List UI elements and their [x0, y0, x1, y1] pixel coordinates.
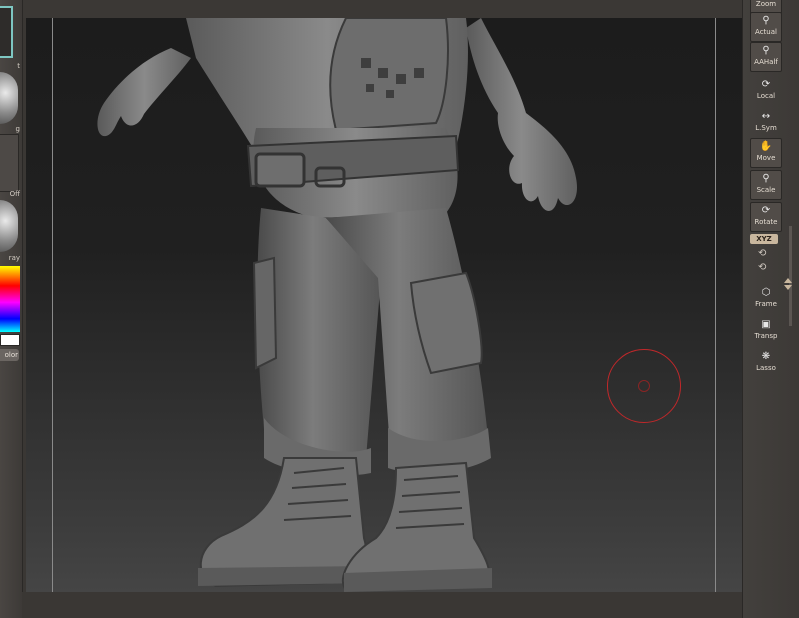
- left-label-2: g: [15, 125, 20, 133]
- switch-color-button[interactable]: olor: [0, 349, 19, 361]
- xyz-rotation-toggle[interactable]: XYZ: [750, 234, 778, 244]
- cube-icon: ⬡: [761, 287, 771, 298]
- secondary-color-swatch[interactable]: [0, 334, 20, 346]
- canvas-guide-right: [715, 18, 716, 592]
- frame-button[interactable]: ⬡ Frame: [750, 284, 782, 314]
- bottom-bar: [22, 592, 742, 618]
- symmetry-arrows-icon: ↔: [761, 111, 771, 122]
- lsym-button[interactable]: ↔ L.Sym: [750, 108, 782, 138]
- magnifier-icon: ⚲: [762, 15, 770, 26]
- left-label-4: ray: [8, 254, 20, 262]
- rotate-icon: ⟳: [761, 205, 771, 216]
- left-label-3: Off: [9, 190, 20, 198]
- local-icon: ⟳: [761, 79, 771, 90]
- left-label-1: t: [17, 62, 20, 70]
- transparency-icon: ▣: [761, 319, 771, 330]
- move-button[interactable]: ✋ Move: [750, 138, 782, 168]
- shelf-scroll-track[interactable]: [789, 226, 792, 326]
- scroll-down-icon[interactable]: [784, 285, 792, 290]
- rotate-button[interactable]: ⟳ Rotate: [750, 202, 782, 232]
- texture-button[interactable]: [0, 134, 19, 192]
- sculpt-model: [97, 18, 577, 592]
- brush-cursor-center: [638, 380, 650, 392]
- top-bar: [0, 0, 799, 18]
- viewport-canvas[interactable]: [26, 18, 742, 592]
- color-picker[interactable]: [0, 266, 20, 332]
- transp-button[interactable]: ▣ Transp: [750, 316, 782, 346]
- scale-icon: ⚲: [762, 173, 770, 184]
- lasso-button[interactable]: ❋ Lasso: [750, 348, 782, 378]
- hand-icon: ✋: [759, 141, 773, 152]
- material-thumbnail[interactable]: [0, 6, 13, 58]
- canvas-guide-left: [52, 18, 53, 592]
- scale-button[interactable]: ⚲ Scale: [750, 170, 782, 200]
- brush-cursor-ring: [607, 349, 681, 423]
- rotate-z-icon[interactable]: ⟲: [758, 262, 766, 273]
- aahalf-button[interactable]: ⚲ AAHalf: [750, 42, 782, 72]
- magnifier-icon: ⚲: [762, 45, 770, 56]
- actual-button[interactable]: ⚲ Actual: [750, 12, 782, 42]
- local-button[interactable]: ⟳ Local: [750, 76, 782, 106]
- scroll-up-icon[interactable]: [784, 278, 792, 283]
- rotate-y-icon[interactable]: ⟲: [758, 248, 766, 259]
- lasso-icon: ❋: [761, 351, 771, 362]
